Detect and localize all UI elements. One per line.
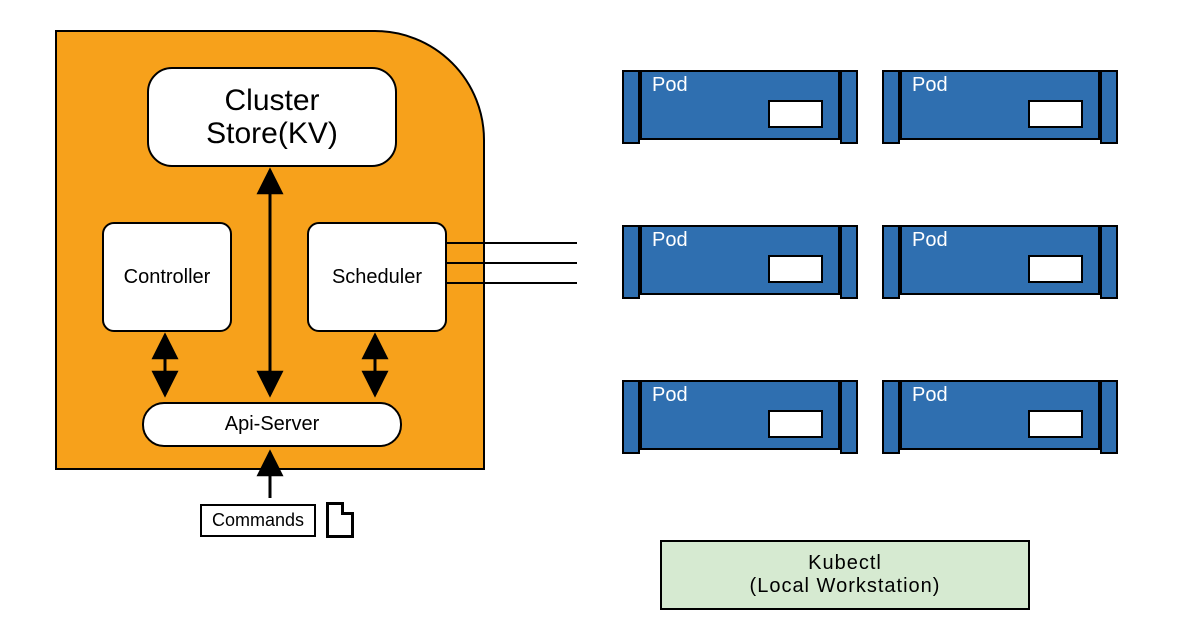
file-icon	[326, 502, 354, 538]
pod-label: Pod	[652, 229, 688, 252]
api-server-box: Api-Server	[142, 402, 402, 447]
pod-box: Pod	[640, 70, 840, 140]
pod-side	[882, 70, 900, 144]
scheduler-label: Scheduler	[332, 266, 422, 289]
master-node: Cluster Store(KV) Controller Scheduler A…	[55, 30, 485, 470]
pod-box: Pod	[900, 225, 1100, 295]
pod-label: Pod	[652, 384, 688, 407]
pod-side	[622, 70, 640, 144]
pod-container-icon	[768, 255, 823, 283]
pod-container-icon	[768, 100, 823, 128]
kubectl-subtitle: (Local Workstation)	[750, 575, 941, 598]
pod-side	[1100, 70, 1118, 144]
pod-side	[882, 225, 900, 299]
cluster-store-box: Cluster Store(KV)	[147, 67, 397, 167]
api-server-label: Api-Server	[225, 413, 319, 436]
scheduler-link-line	[447, 262, 577, 264]
kubectl-title: Kubectl	[808, 552, 882, 575]
commands-group: Commands	[200, 502, 354, 538]
pod-container-icon	[1028, 100, 1083, 128]
pod-label: Pod	[912, 229, 948, 252]
pod-side	[622, 380, 640, 454]
pod-container-icon	[1028, 410, 1083, 438]
pod-side	[840, 380, 858, 454]
pod-side	[1100, 380, 1118, 454]
controller-label: Controller	[124, 266, 211, 289]
kubectl-box: Kubectl (Local Workstation)	[660, 540, 1030, 610]
pod-side	[840, 70, 858, 144]
pod-box: Pod	[900, 380, 1100, 450]
pod-side	[622, 225, 640, 299]
pod-side	[1100, 225, 1118, 299]
scheduler-link-line	[447, 282, 577, 284]
pod-label: Pod	[652, 74, 688, 97]
pod-box: Pod	[640, 380, 840, 450]
pod-box: Pod	[640, 225, 840, 295]
pod-label: Pod	[912, 74, 948, 97]
scheduler-box: Scheduler	[307, 222, 447, 332]
commands-label: Commands	[200, 504, 316, 537]
pod-side	[882, 380, 900, 454]
controller-box: Controller	[102, 222, 232, 332]
cluster-store-label: Cluster Store(KV)	[206, 84, 338, 150]
pod-label: Pod	[912, 384, 948, 407]
pod-container-icon	[1028, 255, 1083, 283]
pod-side	[840, 225, 858, 299]
pod-container-icon	[768, 410, 823, 438]
pod-box: Pod	[900, 70, 1100, 140]
scheduler-link-line	[447, 242, 577, 244]
